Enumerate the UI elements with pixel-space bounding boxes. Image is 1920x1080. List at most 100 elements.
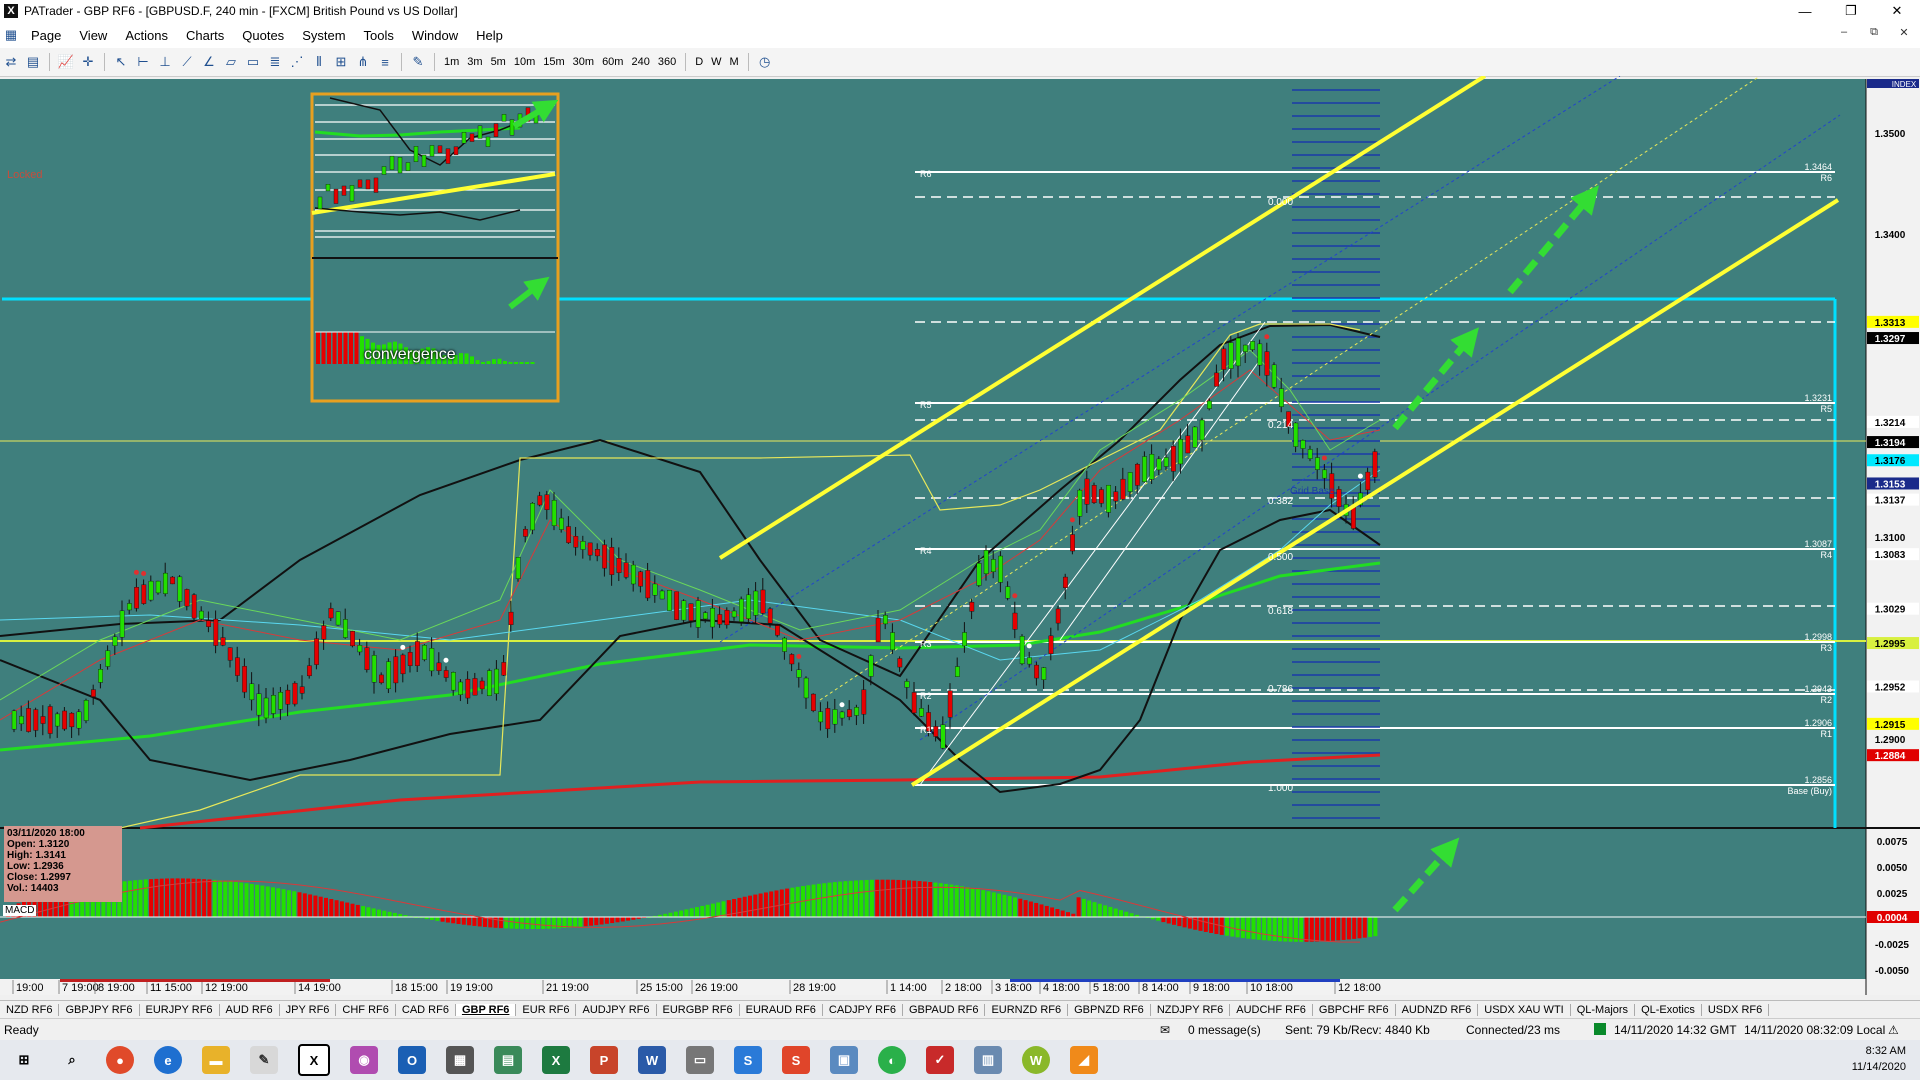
symbol-tab[interactable]: USDX XAU WTI — [1478, 1004, 1571, 1016]
chrome-icon[interactable]: ● — [106, 1046, 134, 1074]
symbol-tab[interactable]: EURJPY RF6 — [140, 1004, 220, 1016]
symbol-tab[interactable]: GBPCHF RF6 — [1313, 1004, 1396, 1016]
menu-quotes[interactable]: Quotes — [233, 28, 293, 43]
mdi-restore-button[interactable]: ⧉ — [1862, 26, 1886, 42]
chart-type-icon[interactable]: ▤ — [23, 52, 43, 72]
pitchfork-icon[interactable]: ⋔ — [353, 52, 373, 72]
symbol-tab[interactable]: GBP RF6 — [455, 1004, 517, 1016]
app-icon-4[interactable]: ◐ — [878, 1046, 906, 1074]
symbol-tab[interactable]: NZD RF6 — [0, 1004, 60, 1016]
symbol-tab[interactable]: USDX RF6 — [1702, 1004, 1770, 1016]
fibonacci-icon[interactable]: ≣ — [265, 52, 285, 72]
viewer-icon[interactable]: ◉ — [350, 1046, 378, 1074]
maximize-button[interactable]: ❐ — [1828, 0, 1874, 22]
horizontal-line-icon[interactable]: ⊢ — [133, 52, 153, 72]
symbol-tab[interactable]: GBPAUD RF6 — [903, 1004, 986, 1016]
powerpoint-icon[interactable]: P — [590, 1046, 618, 1074]
menu-actions[interactable]: Actions — [116, 28, 177, 43]
app-icon-s-blue[interactable]: S — [734, 1046, 762, 1074]
symbol-tab[interactable]: AUDCHF RF6 — [1230, 1004, 1313, 1016]
channel-icon[interactable]: ▱ — [221, 52, 241, 72]
period-weekly[interactable]: W — [707, 56, 725, 68]
grid-icon[interactable]: ⊞ — [331, 52, 351, 72]
edge-icon[interactable]: e — [154, 1046, 182, 1074]
rectangle-icon[interactable]: ▭ — [243, 52, 263, 72]
notepad-icon[interactable]: ✎ — [250, 1046, 278, 1074]
calculator-icon[interactable]: ▦ — [446, 1046, 474, 1074]
app-icon-w[interactable]: W — [1022, 1046, 1050, 1074]
system-tray-clock[interactable]: 8:32 AM 11/14/2020 — [1852, 1043, 1906, 1075]
symbol-tab[interactable]: EUR RF6 — [516, 1004, 577, 1016]
menu-window[interactable]: Window — [403, 28, 467, 43]
symbol-tab[interactable]: EURAUD RF6 — [740, 1004, 823, 1016]
chart-area[interactable]: 1.3500 1.3400 1.3313 1.3297 1.3214 1.3194 1.31… — [0, 76, 1920, 1012]
app-icon-3[interactable]: ▣ — [830, 1046, 858, 1074]
menu-tools[interactable]: Tools — [355, 28, 403, 43]
app-icon-6[interactable]: ▥ — [974, 1046, 1002, 1074]
symbol-tab[interactable]: NZDJPY RF6 — [1151, 1004, 1231, 1016]
price-chart-svg[interactable]: 1.3500 1.3400 1.3313 1.3297 1.3214 1.3194 1.31… — [0, 76, 1920, 1012]
minimize-button[interactable]: — — [1782, 0, 1828, 22]
search-icon[interactable]: ⌕ — [58, 1046, 86, 1074]
app-icon-5[interactable]: ✓ — [926, 1046, 954, 1074]
indicator-icon[interactable]: 📈 — [56, 52, 76, 72]
symbol-tab[interactable]: CAD RF6 — [396, 1004, 456, 1016]
symbol-tab[interactable]: EURGBP RF6 — [657, 1004, 740, 1016]
symbol-tab[interactable]: CHF RF6 — [336, 1004, 396, 1016]
timeframe-360[interactable]: 360 — [654, 56, 680, 68]
close-button[interactable]: ✕ — [1874, 0, 1920, 22]
cycle-lines-icon[interactable]: ⫴ — [309, 52, 329, 72]
crosshair-icon[interactable]: ✛ — [78, 52, 98, 72]
symbol-tab[interactable]: AUDNZD RF6 — [1396, 1004, 1479, 1016]
price-axis[interactable] — [1866, 79, 1920, 828]
timeframe-15m[interactable]: 15m — [539, 56, 568, 68]
period-monthly[interactable]: M — [726, 56, 743, 68]
symbol-tab[interactable]: AUD RF6 — [220, 1004, 280, 1016]
word-icon[interactable]: W — [638, 1046, 666, 1074]
app-icon-2[interactable]: ▭ — [686, 1046, 714, 1074]
symbol-tab[interactable]: QL-Exotics — [1635, 1004, 1702, 1016]
symbol-tab[interactable]: JPY RF6 — [280, 1004, 337, 1016]
file-explorer-icon[interactable]: ▬ — [202, 1046, 230, 1074]
app-icon-s-red[interactable]: S — [782, 1046, 810, 1074]
trend-line-icon[interactable]: ⟋ — [177, 52, 197, 72]
timeframe-240[interactable]: 240 — [627, 56, 653, 68]
gann-fan-icon[interactable]: ⋰ — [287, 52, 307, 72]
page-menu-icon[interactable]: ▦ — [1, 25, 21, 45]
menu-charts[interactable]: Charts — [177, 28, 233, 43]
excel-icon[interactable]: X — [542, 1046, 570, 1074]
clock-icon[interactable]: ◷ — [755, 52, 775, 72]
vertical-line-icon[interactable]: ⊥ — [155, 52, 175, 72]
symbol-tab[interactable]: AUDJPY RF6 — [576, 1004, 657, 1016]
text-tool-icon[interactable]: ≡ — [375, 52, 395, 72]
timeframe-60m[interactable]: 60m — [598, 56, 627, 68]
link-tool-icon[interactable]: ⇄ — [1, 52, 21, 72]
mdi-minimize-button[interactable]: – — [1832, 26, 1856, 42]
symbol-tab[interactable]: EURNZD RF6 — [985, 1004, 1069, 1016]
timeframe-30m[interactable]: 30m — [569, 56, 598, 68]
mdi-close-button[interactable]: ✕ — [1892, 26, 1916, 42]
app-icon-7[interactable]: ◢ — [1070, 1046, 1098, 1074]
account-icon[interactable]: ⚠ — [1888, 1023, 1899, 1037]
windows-start-icon[interactable]: ⊞ — [10, 1046, 38, 1074]
symbol-tab[interactable]: CADJPY RF6 — [823, 1004, 903, 1016]
menu-system[interactable]: System — [293, 28, 354, 43]
symbol-tab[interactable]: GBPJPY RF6 — [59, 1004, 140, 1016]
menu-help[interactable]: Help — [467, 28, 512, 43]
menu-page[interactable]: Page — [22, 28, 70, 43]
macd-axis[interactable] — [1866, 829, 1920, 979]
draw-tool-icon[interactable]: ✎ — [408, 52, 428, 72]
mail-icon[interactable]: ✉ — [1160, 1023, 1170, 1037]
period-daily[interactable]: D — [691, 56, 707, 68]
cursor-icon[interactable]: ↖ — [111, 52, 131, 72]
status-messages[interactable]: 0 message(s) — [1188, 1023, 1261, 1037]
symbol-tab[interactable]: GBPNZD RF6 — [1068, 1004, 1151, 1016]
symbol-tab[interactable]: QL-Majors — [1571, 1004, 1636, 1016]
outlook-icon[interactable]: O — [398, 1046, 426, 1074]
timeframe-3m[interactable]: 3m — [463, 56, 486, 68]
patrader-icon[interactable]: X — [298, 1044, 330, 1076]
angle-line-icon[interactable]: ∠ — [199, 52, 219, 72]
timeframe-5m[interactable]: 5m — [487, 56, 510, 68]
timeframe-1m[interactable]: 1m — [440, 56, 463, 68]
timeframe-10m[interactable]: 10m — [510, 56, 539, 68]
